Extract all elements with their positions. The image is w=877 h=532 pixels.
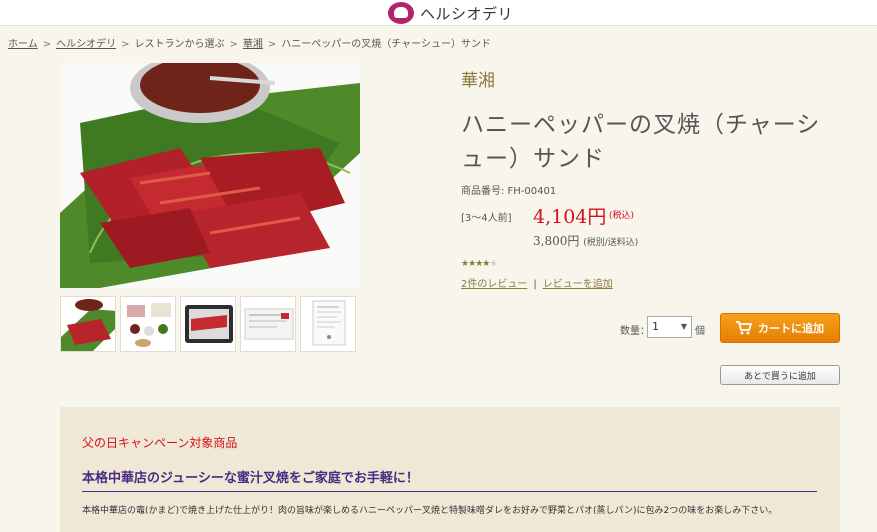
thumb-instructions-image — [301, 297, 355, 351]
quantity-label: 数量： — [620, 326, 650, 337]
thumbnail-3[interactable] — [180, 296, 236, 352]
product-code: 商品番号: FH-00401 — [461, 186, 557, 197]
thumbnail-5[interactable] — [300, 296, 356, 352]
breadcrumb-restaurant-select: レストランから選ぶ — [134, 39, 225, 50]
thumb-packaged-image — [181, 297, 235, 351]
buy-later-button[interactable]: あとで買うに追加 — [720, 365, 840, 385]
thumbnail-4[interactable] — [240, 296, 296, 352]
star-empty-icon: ★ — [489, 259, 497, 269]
thumb-label-image — [241, 297, 295, 351]
breadcrumb-separator: > — [121, 39, 130, 50]
serving-size: [3〜4人前] — [461, 213, 512, 224]
tax-note: (税込) — [609, 211, 635, 221]
breadcrumb-home[interactable]: ホーム — [8, 39, 38, 50]
site-logo[interactable]: ヘルシオデリ — [388, 0, 513, 26]
quantity-select[interactable]: 1 ▼ — [647, 316, 692, 338]
product-title: ハニーペッパーの叉焼（チャーシュー）サンド — [461, 112, 821, 172]
logo-text: ヘルシオデリ — [420, 4, 514, 23]
price-excl-note: (税別/送料込) — [583, 238, 639, 248]
cart-icon — [736, 321, 752, 335]
char-siu-photo — [60, 63, 360, 288]
add-to-cart-button[interactable]: カートに追加 — [720, 313, 840, 343]
add-to-cart-label: カートに追加 — [758, 322, 824, 335]
main-product-image[interactable] — [60, 63, 360, 288]
thumb-char-siu-image — [61, 297, 115, 351]
promo-headline: 本格中華店のジューシーな蜜汁叉焼をご家庭でお手軽に！ — [82, 467, 817, 492]
thumbnail-1[interactable] — [60, 296, 116, 352]
price-excl-value: 3,800円 — [533, 234, 580, 248]
thumbnail-gallery — [60, 296, 356, 352]
price-excl-tax: 3,800円 (税別/送料込) — [533, 232, 638, 249]
breadcrumb-separator: > — [42, 39, 52, 50]
review-links: 2件のレビュー | レビューを追加 — [461, 275, 613, 290]
thumbnail-2[interactable] — [120, 296, 176, 352]
breadcrumb-restaurant[interactable]: 華湘 — [243, 39, 263, 50]
top-header: ヘルシオデリ — [0, 0, 877, 26]
promo-panel: 父の日キャンペーン対象商品 本格中華店のジューシーな蜜汁叉焼をご家庭でお手軽に！… — [60, 407, 840, 532]
campaign-title: 父の日キャンペーン対象商品 — [82, 436, 238, 450]
breadcrumb-current: ハニーペッパーの叉焼（チャーシュー）サンド — [281, 39, 491, 50]
separator: | — [533, 279, 537, 290]
product-description: 本格中華店の竈(かまど)で焼き上げた仕上がり！肉の旨味が楽しめるハニーペッパー叉… — [82, 506, 778, 516]
dropdown-arrow-icon: ▼ — [680, 322, 687, 331]
reviews-link[interactable]: 2件のレビュー — [461, 279, 527, 290]
thumb-ingredients-image — [121, 297, 175, 351]
breadcrumb-separator: > — [267, 39, 277, 50]
breadcrumb: ホーム > ヘルシオデリ > レストランから選ぶ > 華湘 > ハニーペッパーの叉焼（チャーシュ… — [8, 35, 491, 50]
quantity-unit: 個 — [695, 326, 705, 337]
price-incl-tax: 4,104円 — [533, 206, 607, 228]
breadcrumb-separator: > — [229, 39, 238, 50]
rating-stars: ★★★★★ — [461, 259, 497, 269]
chef-hat-logo-icon — [388, 2, 414, 24]
breadcrumb-healsio-deli[interactable]: ヘルシオデリ — [56, 39, 116, 50]
add-review-link[interactable]: レビューを追加 — [543, 279, 613, 290]
restaurant-name[interactable]: 華湘 — [461, 66, 495, 91]
quantity-value: 1 — [652, 320, 659, 333]
